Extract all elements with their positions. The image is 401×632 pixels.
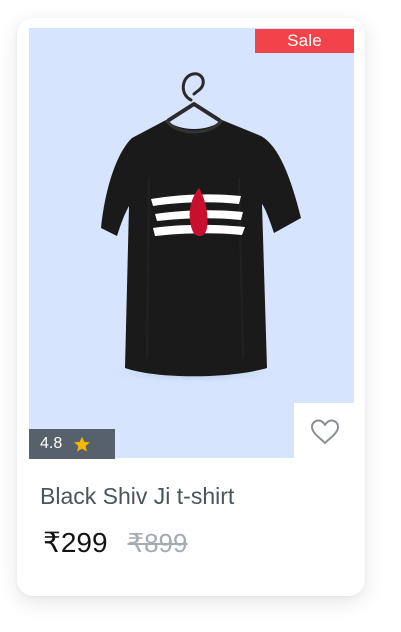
product-image[interactable] — [29, 28, 354, 458]
rating-value: 4.8 — [40, 435, 63, 452]
heart-outline-icon — [310, 419, 339, 444]
price-row: ₹299 ₹899 — [43, 526, 187, 559]
wishlist-button[interactable] — [294, 403, 355, 460]
sale-badge: Sale — [255, 29, 354, 53]
original-price: ₹899 — [127, 528, 188, 558]
product-card[interactable]: Sale 4.8 Black Shiv Ji t-shirt ₹299 ₹899 — [17, 18, 365, 596]
product-title[interactable]: Black Shiv Ji t-shirt — [40, 483, 234, 510]
tshirt-image — [99, 72, 301, 385]
rating-badge: 4.8 — [29, 429, 115, 459]
star-icon — [73, 436, 91, 453]
sale-price: ₹299 — [43, 527, 108, 558]
